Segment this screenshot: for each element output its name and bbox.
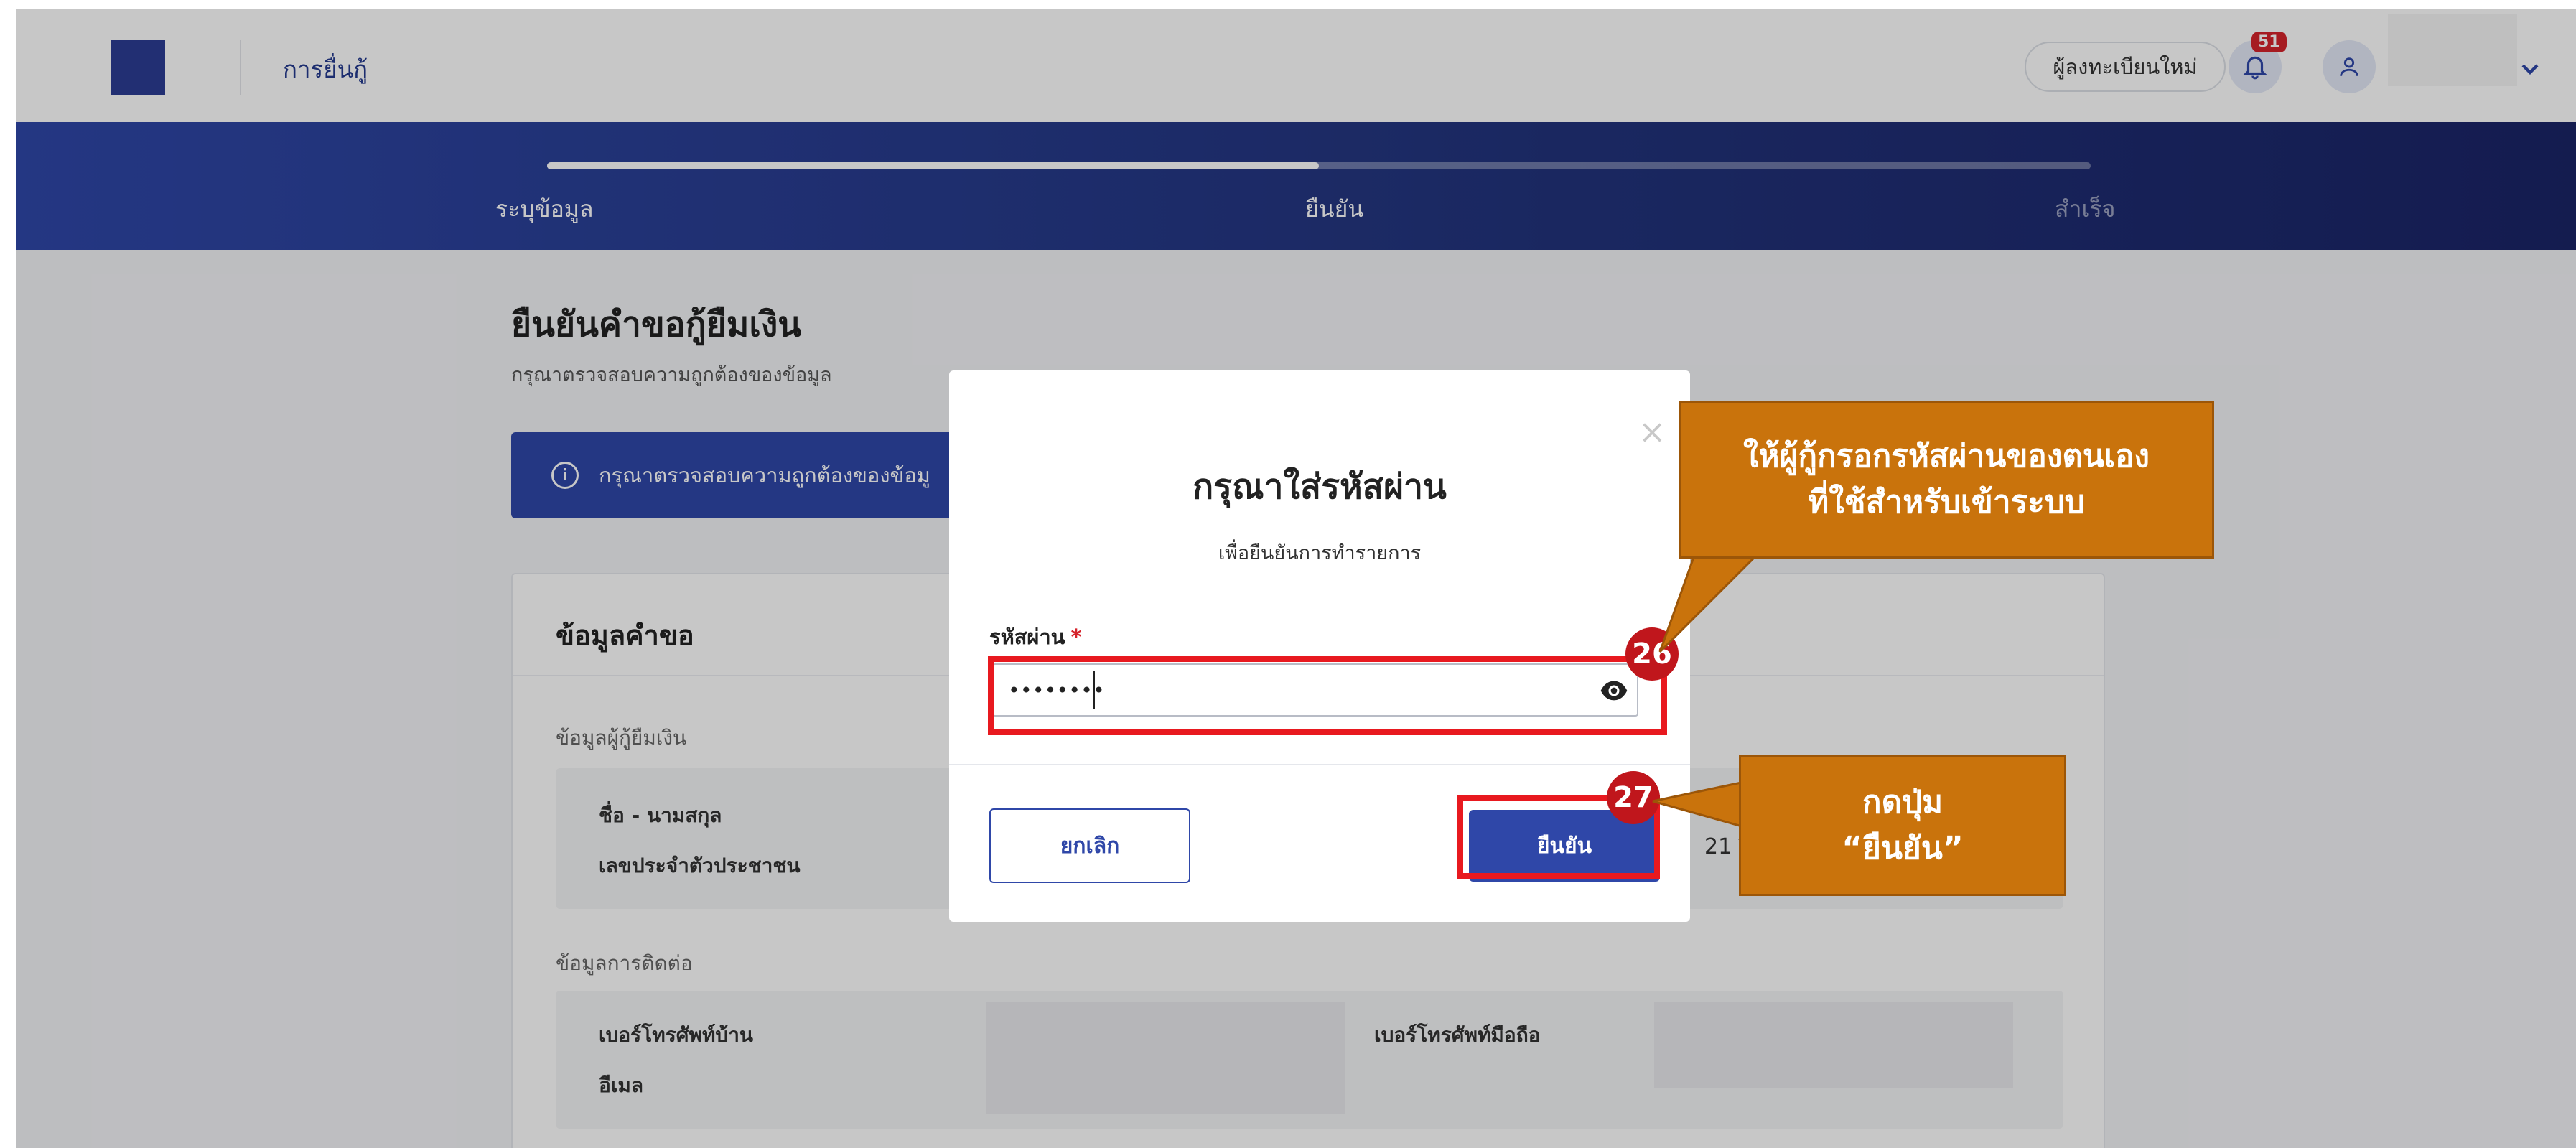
required-mark: * — [1070, 625, 1082, 649]
password-highlight-box — [988, 656, 1667, 735]
callout-password-line2: ที่ใช้สำหรับเข้าระบบ — [1808, 484, 2085, 521]
modal-divider — [949, 764, 1690, 765]
callout-confirm-line1: กดปุ่ม — [1862, 784, 1943, 821]
modal-subtitle: เพื่อยืนยันการทำรายการ — [1218, 542, 1422, 564]
callout-tail-password — [1658, 551, 1763, 653]
callout-confirm-line2: “ยืนยัน” — [1842, 830, 1964, 867]
callout-confirm-instruction: กดปุ่ม “ยืนยัน” — [1739, 755, 2066, 896]
modal-title: กรุณาใส่รหัสผ่าน — [1193, 467, 1447, 507]
close-icon[interactable]: × — [1638, 412, 1666, 451]
callout-password-line1: ให้ผู้กู้กรอกรหัสผ่านของตนเอง — [1743, 438, 2150, 475]
password-label-text: รหัสผ่าน — [989, 625, 1065, 649]
password-label: รหัสผ่าน * — [989, 620, 1082, 653]
cancel-button[interactable]: ยกเลิก — [989, 808, 1190, 883]
app-root: การยื่นกู้ ผู้ลงทะเบียนใหม่ 51 ระบุข้อมู… — [16, 9, 2576, 1148]
callout-password-instruction: ให้ผู้กู้กรอกรหัสผ่านของตนเอง ที่ใช้สำหร… — [1679, 401, 2214, 559]
